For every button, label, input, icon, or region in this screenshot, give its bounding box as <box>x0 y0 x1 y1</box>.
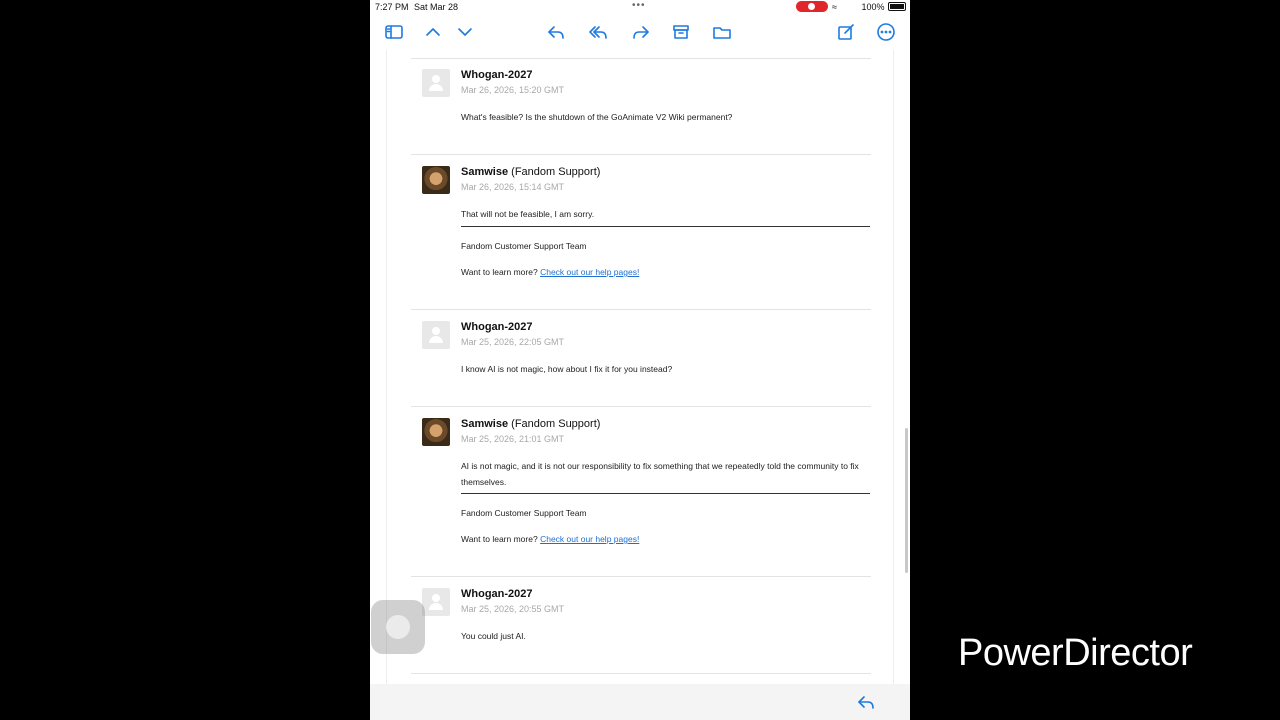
forward-icon[interactable] <box>631 22 651 42</box>
message-timestamp: Mar 25, 2026, 22:05 GMT <box>461 337 565 347</box>
folder-icon[interactable] <box>712 22 732 42</box>
avatar <box>422 321 450 349</box>
message-divider <box>411 309 871 310</box>
more-icon[interactable] <box>876 22 896 42</box>
signature-divider <box>461 226 870 227</box>
message-divider <box>411 154 871 155</box>
help-link[interactable]: Check out our help pages! <box>540 267 639 277</box>
status-date: Sat Mar 28 <box>414 2 459 12</box>
compose-icon[interactable] <box>836 22 856 42</box>
author-role: (Fandom Support) <box>511 166 601 178</box>
message-timestamp: Mar 25, 2026, 20:55 GMT <box>461 604 565 614</box>
signature-text: Fandom Customer Support Team <box>461 508 587 518</box>
message-thread: Whogan-2027 Mar 26, 2026, 15:20 GMT What… <box>386 50 894 684</box>
message-divider <box>411 576 871 577</box>
avatar <box>422 418 450 446</box>
message-author: Whogan-2027 <box>461 588 533 600</box>
message-author: Whogan-2027 <box>461 321 533 333</box>
help-line: Want to learn more? Check out our help p… <box>461 532 871 548</box>
message-body: You could just AI. <box>461 631 526 641</box>
screen-recording-icon <box>796 1 828 12</box>
reply-icon[interactable] <box>546 22 566 42</box>
message-divider <box>411 58 871 59</box>
message-author: Samwise (Fandom Support) <box>461 418 601 430</box>
message-body: That will not be feasible, I am sorry. <box>461 209 595 219</box>
signature-text: Fandom Customer Support Team <box>461 241 587 251</box>
avatar <box>422 69 450 97</box>
scrollbar-thumb[interactable] <box>905 428 908 573</box>
author-role: (Fandom Support) <box>511 418 601 430</box>
help-text: Want to learn more? <box>461 267 538 277</box>
bottom-toolbar <box>370 684 910 720</box>
battery-icon <box>888 2 906 11</box>
reply-icon[interactable] <box>856 692 876 712</box>
archive-icon[interactable] <box>671 22 691 42</box>
battery-percent: 100% <box>861 2 885 12</box>
avatar <box>422 588 450 616</box>
message-body: AI is not magic, and it is not our respo… <box>461 461 859 487</box>
avatar <box>422 166 450 194</box>
assistive-touch-button[interactable] <box>371 600 425 654</box>
message-author: Samwise (Fandom Support) <box>461 166 601 178</box>
wifi-battery-icon: ≈ 100% <box>832 2 885 12</box>
message-timestamp: Mar 25, 2026, 21:01 GMT <box>461 434 565 444</box>
message-timestamp: Mar 26, 2026, 15:20 GMT <box>461 85 565 95</box>
signature-divider <box>461 493 870 494</box>
multitasking-dots-icon[interactable]: ••• <box>632 0 646 11</box>
help-link[interactable]: Check out our help pages! <box>540 534 639 544</box>
status-bar: 7:27 PM Sat Mar 28 ••• ≈ 100% <box>370 0 910 14</box>
message-timestamp: Mar 26, 2026, 15:14 GMT <box>461 182 565 192</box>
help-line: Want to learn more? Check out our help p… <box>461 265 871 281</box>
ipad-screen: 7:27 PM Sat Mar 28 ••• ≈ 100% Whogan-202… <box>370 0 910 720</box>
sidebar-icon[interactable] <box>384 22 404 42</box>
chevron-up-icon[interactable] <box>423 22 443 42</box>
status-time: 7:27 PM <box>375 2 409 12</box>
message-body: What's feasible? Is the shutdown of the … <box>461 112 733 122</box>
message-body: I know AI is not magic, how about I fix … <box>461 364 673 374</box>
message-divider <box>411 673 871 674</box>
reply-all-icon[interactable] <box>588 22 608 42</box>
message-author: Whogan-2027 <box>461 69 533 81</box>
wifi-icon: ≈ <box>832 2 837 12</box>
mail-toolbar <box>370 14 910 50</box>
chevron-down-icon[interactable] <box>455 22 475 42</box>
help-text: Want to learn more? <box>461 534 538 544</box>
powerdirector-watermark: PowerDirector <box>958 632 1193 674</box>
message-divider <box>411 406 871 407</box>
